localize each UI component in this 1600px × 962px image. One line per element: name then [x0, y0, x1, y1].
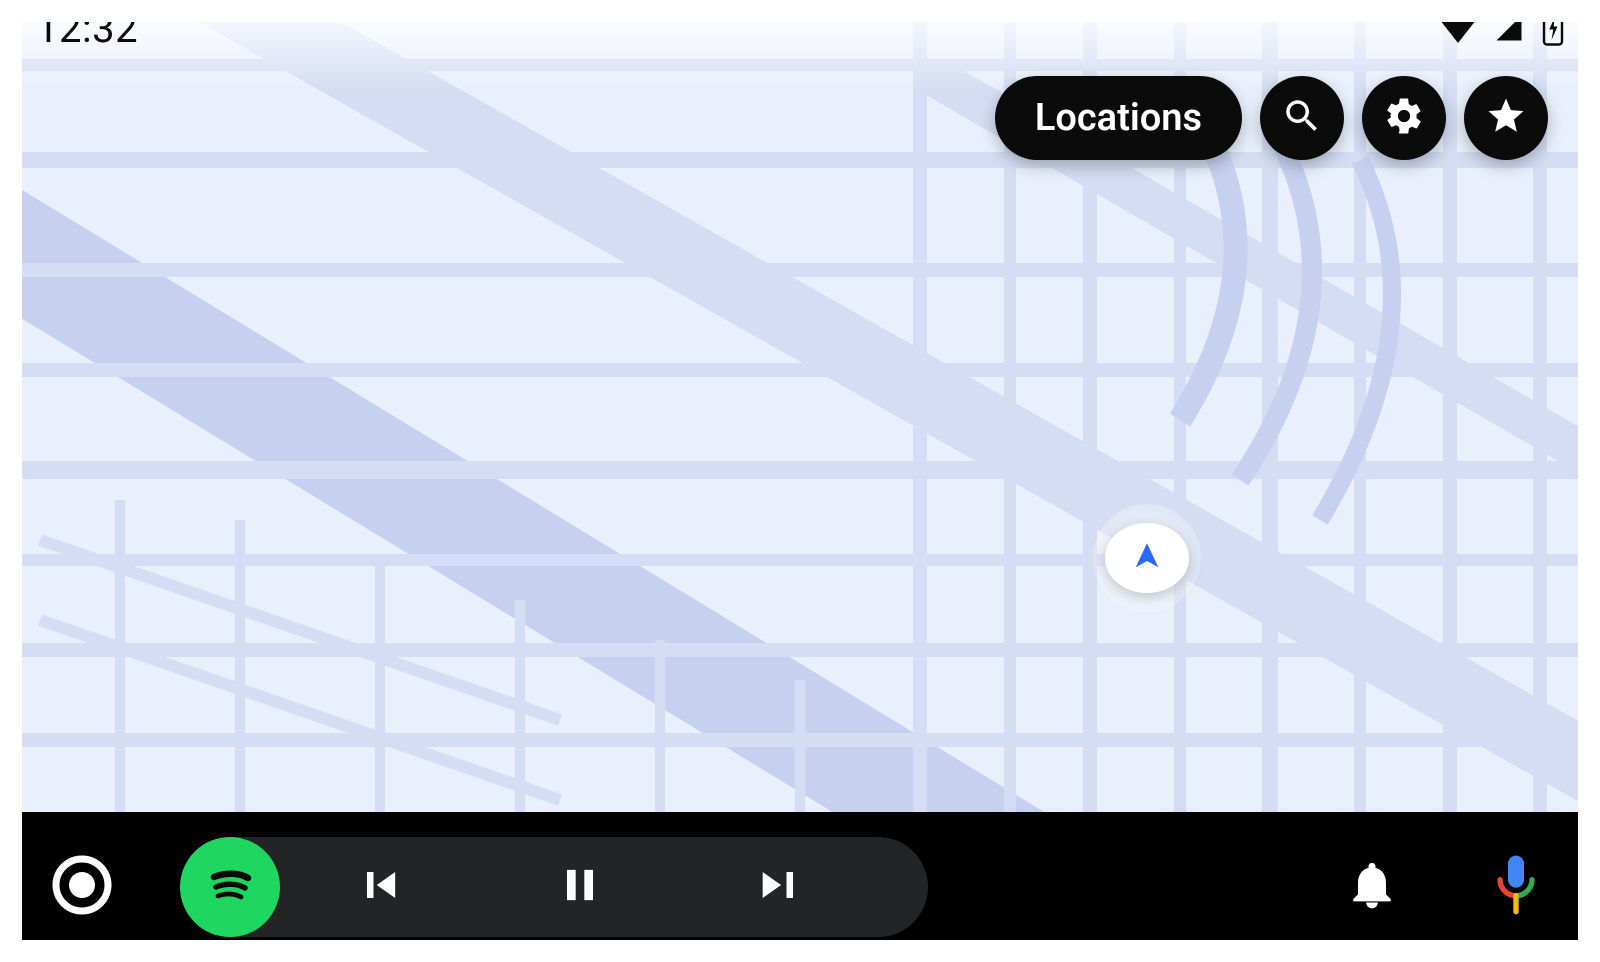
- system-navbar: [0, 812, 1600, 962]
- assistant-button[interactable]: [1480, 851, 1552, 923]
- spotify-icon: [198, 853, 262, 921]
- battery-charging-icon: [1542, 10, 1564, 46]
- settings-button[interactable]: [1362, 76, 1446, 160]
- gear-icon: [1383, 95, 1425, 141]
- locations-label: Locations: [1035, 96, 1202, 140]
- skip-previous-icon: [354, 859, 406, 915]
- star-icon: [1485, 95, 1527, 141]
- bell-icon: [1344, 857, 1400, 917]
- navigation-arrow-icon: [1130, 539, 1164, 577]
- status-bar: 12:32: [0, 0, 1600, 56]
- locations-button[interactable]: Locations: [995, 76, 1242, 160]
- pause-icon: [554, 859, 606, 915]
- map-toolbar: Locations: [995, 76, 1548, 160]
- launcher-icon: [50, 853, 114, 921]
- play-pause-button[interactable]: [480, 837, 680, 937]
- media-controls: [180, 837, 928, 937]
- skip-next-icon: [754, 859, 806, 915]
- google-mic-icon: [1488, 853, 1544, 921]
- wifi-icon: [1440, 13, 1476, 43]
- status-time: 12:32: [36, 5, 138, 52]
- app-launcher-button[interactable]: [48, 853, 116, 921]
- next-track-button[interactable]: [680, 837, 880, 937]
- previous-track-button[interactable]: [280, 837, 480, 937]
- notifications-button[interactable]: [1336, 851, 1408, 923]
- cell-icon: [1492, 13, 1526, 43]
- search-icon: [1281, 95, 1323, 141]
- favorites-button[interactable]: [1464, 76, 1548, 160]
- location-marker[interactable]: [1105, 516, 1189, 600]
- media-app-button[interactable]: [180, 837, 280, 937]
- search-button[interactable]: [1260, 76, 1344, 160]
